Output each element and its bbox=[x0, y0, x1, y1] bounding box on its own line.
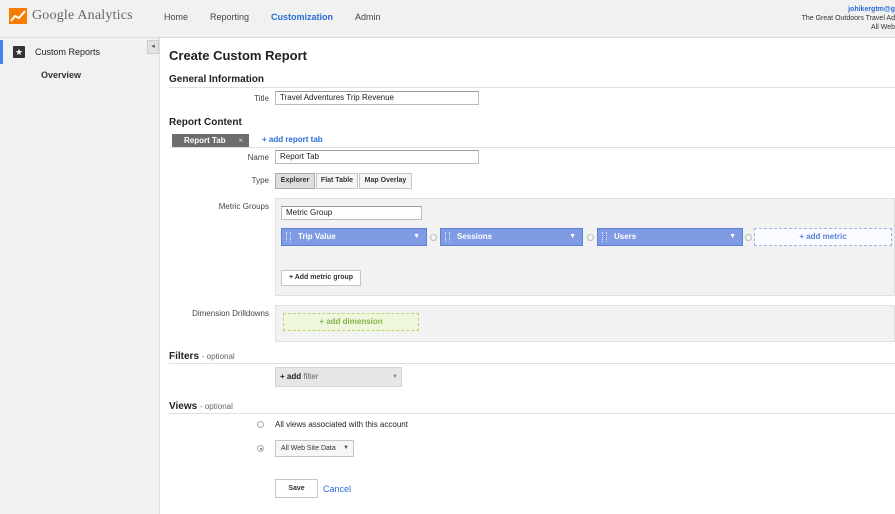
report-content-heading: Report Content bbox=[169, 117, 242, 128]
metric-groups-label: Metric Groups bbox=[218, 202, 269, 211]
type-flat-table-button[interactable]: Flat Table bbox=[316, 173, 358, 189]
report-tab-label: Report Tab bbox=[184, 136, 226, 145]
filters-title: Filters bbox=[169, 351, 200, 362]
drag-handle-icon[interactable] bbox=[445, 232, 450, 242]
nav-reporting[interactable]: Reporting bbox=[210, 12, 249, 22]
general-info-heading: General Information bbox=[169, 74, 265, 85]
nav-admin[interactable]: Admin bbox=[355, 12, 381, 22]
drag-handle-icon[interactable] bbox=[602, 232, 607, 242]
analytics-logo-icon bbox=[9, 8, 27, 24]
save-button[interactable]: Save bbox=[275, 479, 318, 498]
separator-dot-icon bbox=[587, 234, 594, 241]
title-input[interactable]: Travel Adventures Trip Revenue bbox=[275, 91, 479, 105]
chevron-down-icon: ▼ bbox=[392, 374, 398, 380]
name-input[interactable]: Report Tab bbox=[275, 150, 479, 164]
nav-customization[interactable]: Customization bbox=[271, 12, 333, 22]
view-select-value: All Web Site Data bbox=[281, 445, 336, 452]
filters-optional: - optional bbox=[201, 352, 235, 361]
add-report-tab-link[interactable]: + add report tab bbox=[262, 135, 323, 144]
all-views-label: All views associated with this account bbox=[275, 420, 408, 429]
close-icon[interactable]: × bbox=[238, 134, 243, 147]
account-switcher[interactable]: johikergtm@g The Great Outdoors Travel A… bbox=[802, 5, 895, 32]
views-title: Views bbox=[169, 401, 198, 412]
logo-text: Google Analytics bbox=[32, 8, 133, 23]
chevron-down-icon: ▼ bbox=[729, 233, 736, 240]
report-tab-chip[interactable]: Report Tab × bbox=[172, 134, 249, 147]
divider bbox=[169, 413, 895, 414]
dimension-panel: + add dimension bbox=[275, 305, 895, 342]
account-property: The Great Outdoors Travel Ad bbox=[801, 15, 895, 22]
sidebar-item-custom-reports[interactable]: ★ Custom Reports bbox=[0, 40, 148, 64]
main-nav: Home Reporting Customization Admin bbox=[164, 12, 403, 22]
drag-handle-icon[interactable] bbox=[286, 232, 291, 242]
selected-view-radio[interactable] bbox=[257, 445, 264, 452]
add-filter-prefix: + add bbox=[280, 372, 302, 381]
views-heading: Views - optional bbox=[169, 401, 233, 412]
cancel-link[interactable]: Cancel bbox=[323, 484, 351, 494]
sidebar: ★ Custom Reports ◂ Overview bbox=[0, 38, 160, 514]
google-analytics-logo[interactable]: Google Analytics bbox=[9, 8, 133, 24]
all-views-radio[interactable] bbox=[257, 421, 264, 428]
metric-users[interactable]: Users ▼ bbox=[597, 228, 743, 246]
main-content: Create Custom Report General Information… bbox=[161, 38, 895, 514]
metric-trip-value[interactable]: Trip Value ▼ bbox=[281, 228, 427, 246]
account-email: johikergtm@g bbox=[848, 6, 895, 13]
chevron-down-icon: ▼ bbox=[569, 233, 576, 240]
add-dimension-button[interactable]: + add dimension bbox=[283, 313, 419, 331]
metric-sessions[interactable]: Sessions ▼ bbox=[440, 228, 583, 246]
account-view: All Web bbox=[871, 24, 895, 31]
page-title: Create Custom Report bbox=[169, 48, 307, 63]
metric-group-name-input[interactable]: Metric Group bbox=[281, 206, 422, 220]
title-label: Title bbox=[254, 94, 269, 103]
sidebar-item-label: Custom Reports bbox=[35, 47, 101, 57]
divider bbox=[169, 363, 895, 364]
chevron-down-icon: ▼ bbox=[413, 233, 420, 240]
separator-dot-icon bbox=[430, 234, 437, 241]
divider bbox=[169, 87, 895, 88]
top-bar: Google Analytics Home Reporting Customiz… bbox=[0, 0, 895, 38]
type-map-overlay-button[interactable]: Map Overlay bbox=[359, 173, 412, 189]
star-icon: ★ bbox=[13, 46, 25, 58]
sidebar-item-overview[interactable]: Overview bbox=[41, 70, 81, 80]
divider bbox=[169, 147, 895, 148]
type-explorer-button[interactable]: Explorer bbox=[275, 173, 315, 189]
add-metric-group-button[interactable]: + Add metric group bbox=[281, 270, 361, 286]
collapse-sidebar-button[interactable]: ◂ bbox=[147, 40, 159, 54]
view-select[interactable]: All Web Site Data ▼ bbox=[275, 440, 354, 457]
metric-label: Trip Value bbox=[298, 232, 336, 241]
add-metric-button[interactable]: + add metric bbox=[754, 228, 892, 246]
add-filter-dropdown[interactable]: + add filter ▼ bbox=[275, 367, 402, 387]
metric-group-panel: Metric Group Trip Value ▼ Sessions ▼ Use… bbox=[275, 198, 895, 296]
dimension-drilldowns-label: Dimension Drilldowns bbox=[192, 309, 269, 318]
chevron-down-icon: ▼ bbox=[343, 445, 349, 451]
type-label: Type bbox=[251, 176, 269, 185]
separator-dot-icon bbox=[745, 234, 752, 241]
metric-label: Sessions bbox=[457, 232, 493, 241]
name-label: Name bbox=[247, 153, 269, 162]
metric-label: Users bbox=[614, 232, 637, 241]
nav-home[interactable]: Home bbox=[164, 12, 188, 22]
filters-heading: Filters - optional bbox=[169, 351, 235, 362]
add-filter-word: filter bbox=[303, 372, 319, 381]
views-optional: - optional bbox=[199, 402, 233, 411]
